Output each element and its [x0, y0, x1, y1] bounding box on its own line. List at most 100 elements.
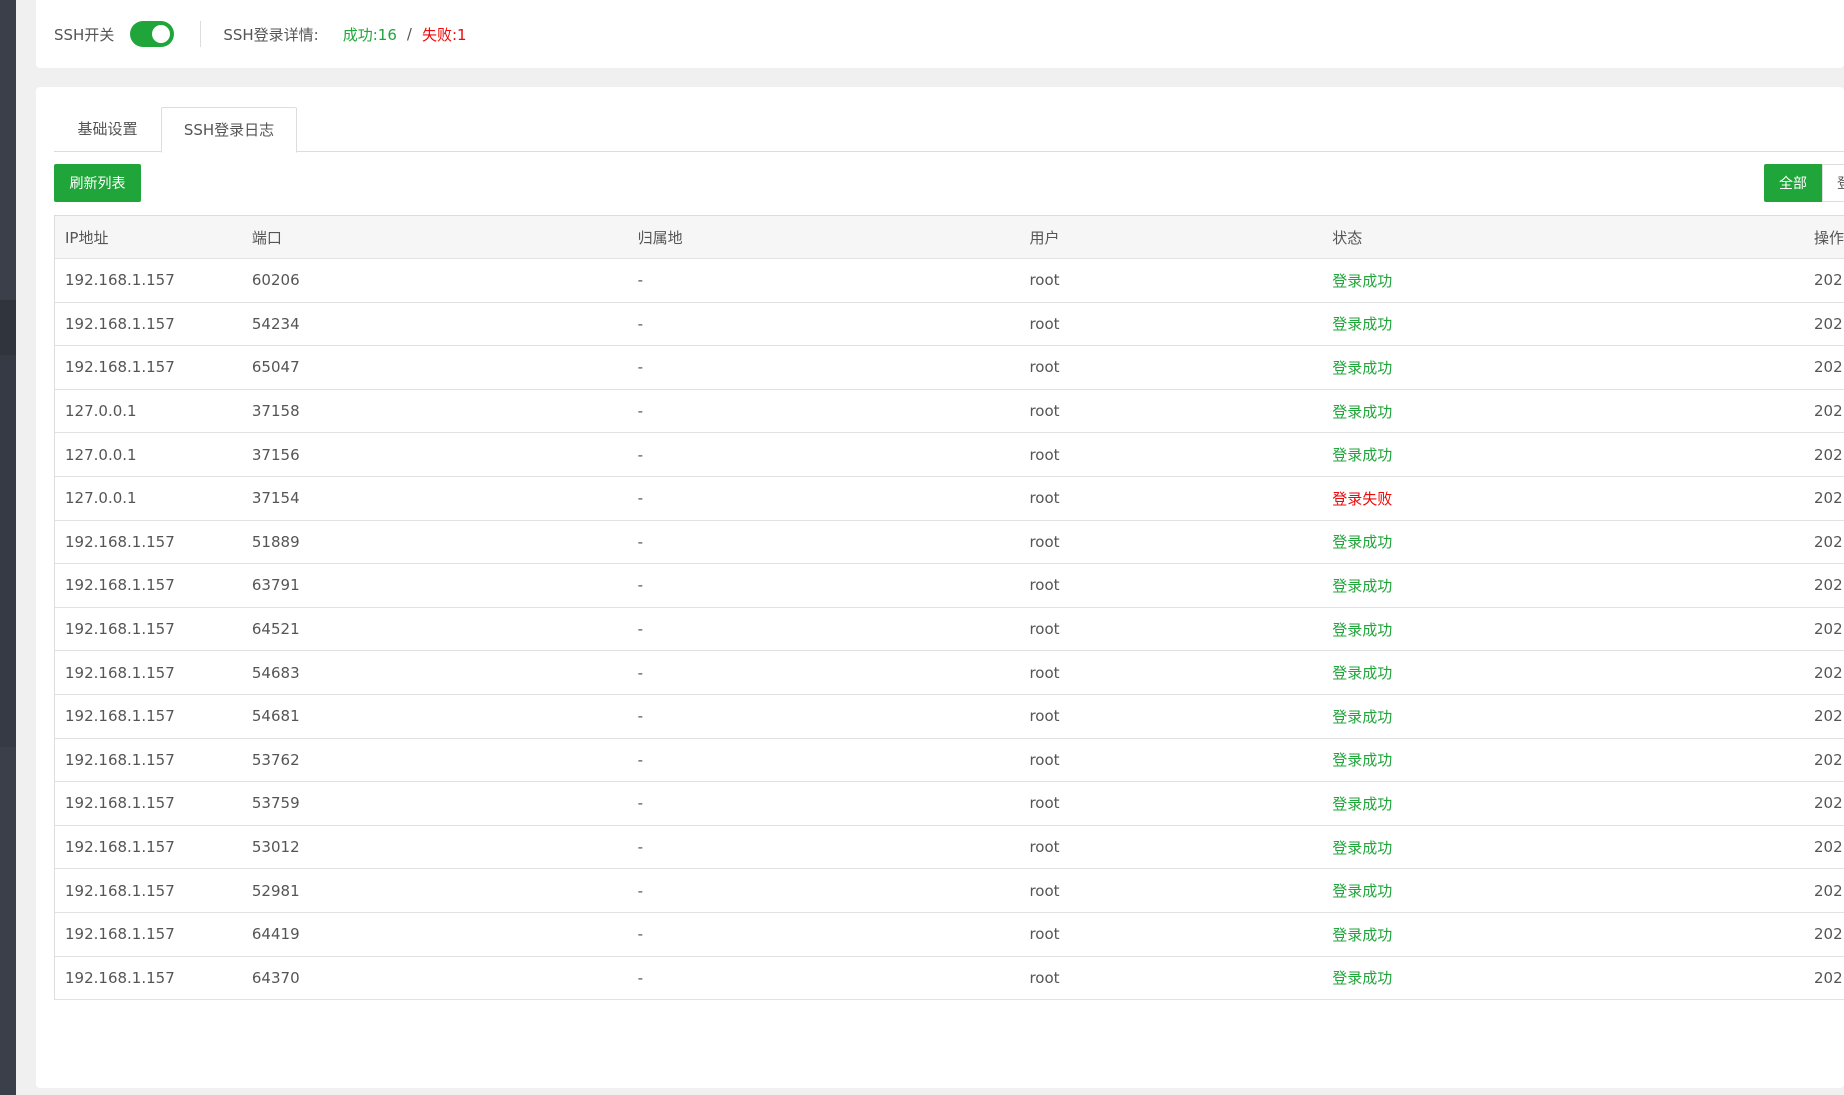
cell-port: 37156 [251, 445, 300, 464]
cell-time: 202 [1814, 838, 1843, 857]
table-row: 127.0.0.1 37156 - root 登录成功 202 [55, 433, 1844, 477]
cell-location: - [637, 576, 644, 595]
cell-location: - [637, 532, 644, 551]
cell-time: 202 [1814, 402, 1843, 421]
fail-stat: 失败:1 [422, 24, 467, 45]
cell-time: 202 [1814, 794, 1843, 813]
table-row: 192.168.1.157 65047 - root 登录成功 202 [55, 346, 1844, 390]
cell-user: root [1029, 794, 1060, 813]
cell-status: 登录成功 [1332, 882, 1393, 901]
cell-ip: 192.168.1.157 [65, 663, 175, 682]
cell-status: 登录成功 [1332, 751, 1393, 770]
cell-time: 202 [1814, 271, 1843, 290]
cell-port: 54683 [251, 663, 300, 682]
table-row: 192.168.1.157 60206 - root 登录成功 202 [55, 259, 1844, 303]
cell-user: root [1029, 445, 1060, 464]
cell-ip: 192.168.1.157 [65, 620, 175, 639]
cell-ip: 192.168.1.157 [65, 532, 175, 551]
cell-ip: 192.168.1.157 [65, 314, 175, 333]
table-row: 192.168.1.157 64521 - root 登录成功 202 [55, 608, 1844, 652]
cell-ip: 192.168.1.157 [65, 838, 175, 857]
cell-status: 登录成功 [1332, 838, 1393, 857]
cell-ip: 127.0.0.1 [65, 445, 137, 464]
filter-login-button[interactable]: 登 [1822, 164, 1844, 202]
cell-user: root [1029, 402, 1060, 421]
cell-port: 60206 [251, 271, 300, 290]
filter-all-button[interactable]: 全部 [1764, 164, 1822, 202]
cell-user: root [1029, 663, 1060, 682]
cell-time: 202 [1814, 489, 1843, 508]
cell-status: 登录成功 [1332, 664, 1393, 683]
cell-ip: 192.168.1.157 [65, 794, 175, 813]
filter-button-group: 全部 登 [1764, 164, 1844, 202]
cell-port: 37154 [251, 489, 300, 508]
success-label: 成功: [342, 25, 378, 44]
cell-ip: 127.0.0.1 [65, 402, 137, 421]
cell-port: 64419 [251, 925, 300, 944]
table-row: 192.168.1.157 54234 - root 登录成功 202 [55, 303, 1844, 347]
cell-port: 54681 [251, 707, 300, 726]
cell-status: 登录成功 [1332, 794, 1393, 813]
table-row: 192.168.1.157 53012 - root 登录成功 202 [55, 826, 1844, 870]
cell-user: root [1029, 576, 1060, 595]
cell-time: 202 [1814, 358, 1843, 377]
cell-time: 202 [1814, 925, 1843, 944]
cell-status: 登录成功 [1332, 533, 1393, 552]
cell-time: 202 [1814, 707, 1843, 726]
cell-location: - [637, 271, 644, 290]
tab-ssh-login-log[interactable]: SSH登录日志 [161, 107, 297, 153]
divider [200, 21, 202, 47]
cell-location: - [637, 707, 644, 726]
sidebar-active-segment [0, 300, 16, 355]
cell-location: - [637, 968, 644, 987]
table-row: 192.168.1.157 53759 - root 登录成功 202 [55, 782, 1844, 826]
table-row: 127.0.0.1 37158 - root 登录成功 202 [55, 390, 1844, 434]
cell-user: root [1029, 881, 1060, 900]
cell-port: 64521 [251, 620, 300, 639]
cell-status: 登录成功 [1332, 969, 1393, 988]
cell-status: 登录成功 [1332, 446, 1393, 465]
login-log-table: IP地址 端口 归属地 用户 状态 操作 192.168.1.157 60206 -… [54, 215, 1844, 1001]
cell-ip: 192.168.1.157 [65, 576, 175, 595]
table-row: 192.168.1.157 63791 - root 登录成功 202 [55, 564, 1844, 608]
cell-user: root [1029, 968, 1060, 987]
table-row: 192.168.1.157 64419 - root 登录成功 202 [55, 913, 1844, 957]
table-row: 192.168.1.157 54681 - root 登录成功 202 [55, 695, 1844, 739]
cell-time: 202 [1814, 620, 1843, 639]
table-row: 192.168.1.157 53762 - root 登录成功 202 [55, 739, 1844, 783]
stat-separator: / [406, 25, 412, 43]
cell-time: 202 [1814, 663, 1843, 682]
table-row: 192.168.1.157 51889 - root 登录成功 202 [55, 521, 1844, 565]
ssh-switch-label: SSH开关 [54, 25, 115, 44]
tab-basic-settings[interactable]: 基础设置 [54, 107, 161, 152]
cell-ip: 192.168.1.157 [65, 358, 175, 377]
cell-status: 登录成功 [1332, 576, 1393, 595]
ssh-switch-toggle[interactable] [130, 21, 175, 47]
cell-ip: 192.168.1.157 [65, 750, 175, 769]
cell-location: - [637, 314, 644, 333]
cell-port: 37158 [251, 402, 300, 421]
cell-ip: 192.168.1.157 [65, 881, 175, 900]
fail-count: 1 [457, 25, 467, 44]
cell-status: 登录成功 [1332, 315, 1393, 334]
header-user: 用户 [1029, 228, 1060, 247]
refresh-list-button[interactable]: 刷新列表 [54, 164, 141, 202]
cell-time: 202 [1814, 881, 1843, 900]
cell-status: 登录成功 [1332, 925, 1393, 944]
sidebar-submenu-segment [0, 355, 16, 747]
cell-location: - [637, 358, 644, 377]
cell-time: 202 [1814, 532, 1843, 551]
cell-port: 64370 [251, 968, 300, 987]
table-row: 127.0.0.1 37154 - root 登录失败 202 [55, 477, 1844, 521]
ssh-details-label: SSH登录详情: [223, 25, 319, 44]
fail-label: 失败: [421, 25, 457, 44]
header-ip: IP地址 [65, 228, 109, 247]
cell-status: 登录失败 [1332, 489, 1393, 508]
cell-status: 登录成功 [1332, 358, 1393, 377]
cell-location: - [637, 445, 644, 464]
cell-ip: 192.168.1.157 [65, 271, 175, 290]
cell-port: 54234 [251, 314, 300, 333]
cell-ip: 127.0.0.1 [65, 489, 137, 508]
cell-user: root [1029, 489, 1060, 508]
cell-status: 登录成功 [1332, 271, 1393, 290]
